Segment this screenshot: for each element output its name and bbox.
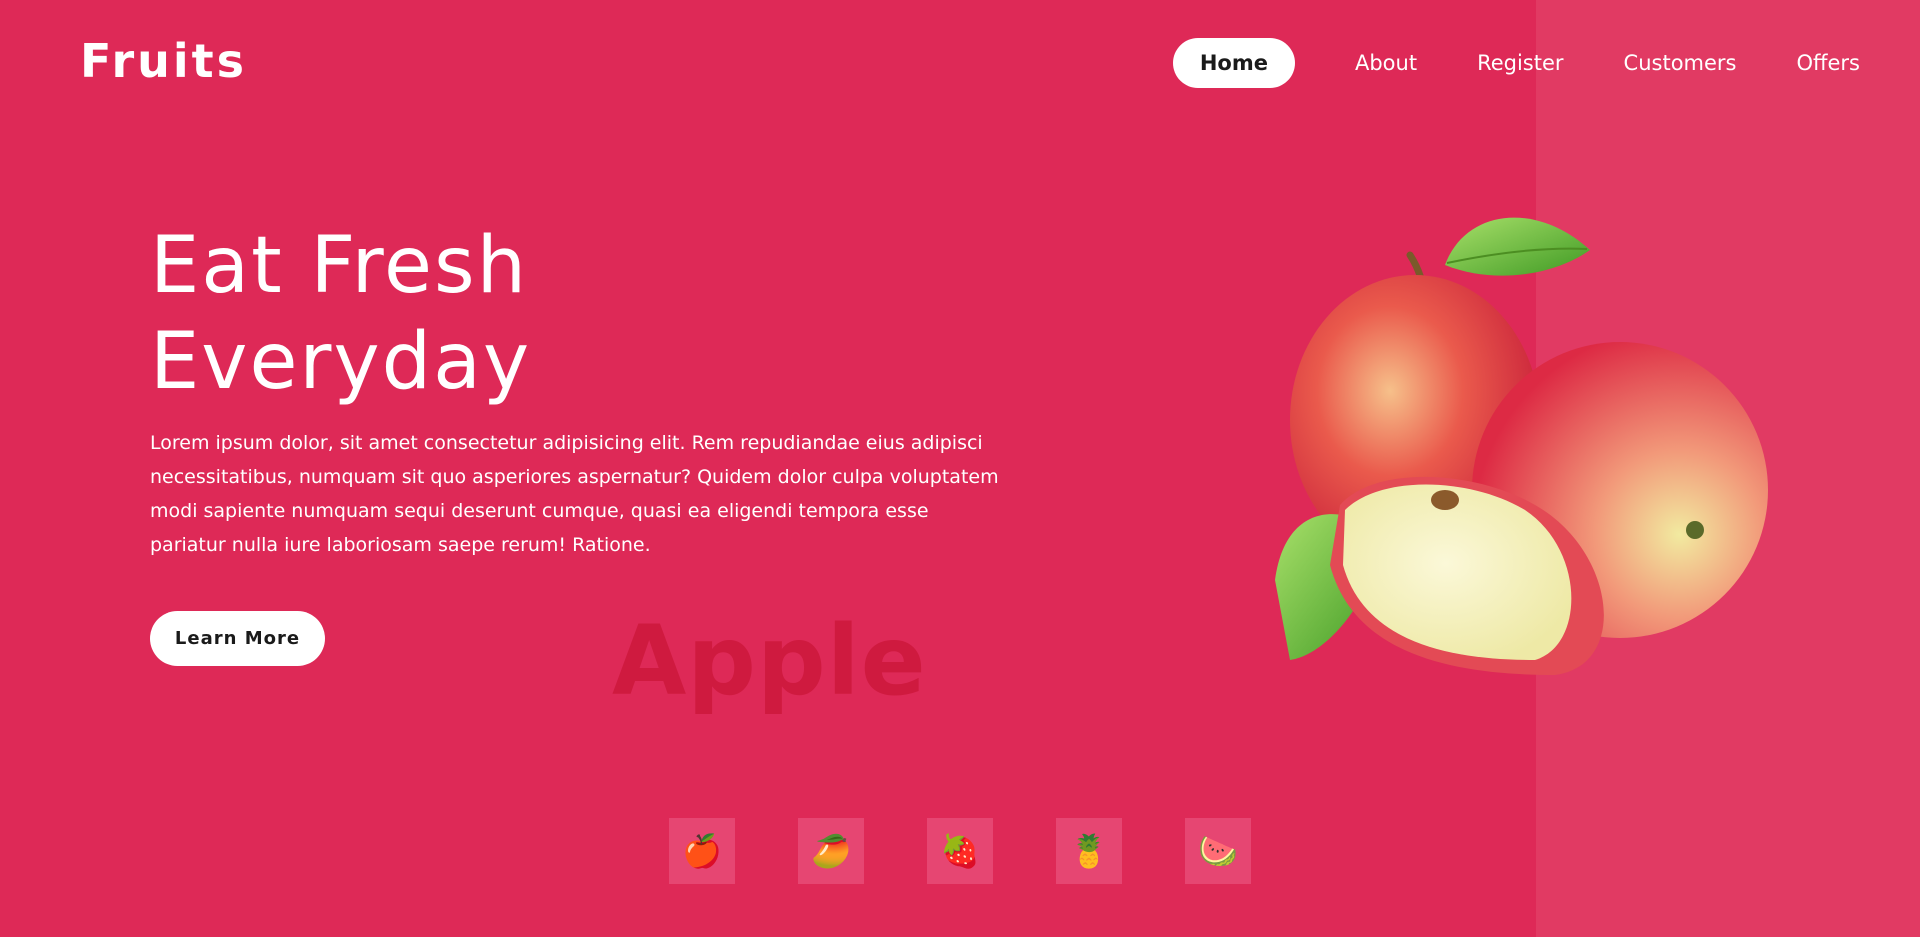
nav-offers[interactable]: Offers (1797, 51, 1861, 75)
mango-icon[interactable]: 🥭 (798, 818, 864, 884)
hero-description: Lorem ipsum dolor, sit amet consectetur … (150, 432, 999, 556)
apple-icon[interactable]: 🍎 (669, 818, 735, 884)
main-nav: Home About Register Customers Offers (1172, 35, 1920, 90)
hero-title: Eat Fresh Everyday (150, 218, 531, 410)
nav-home[interactable]: Home (1172, 37, 1295, 88)
hero-title-line-2: Everyday (150, 317, 532, 407)
nav-about[interactable]: About (1355, 51, 1417, 75)
watermelon-icon[interactable]: 🍉 (1185, 818, 1251, 884)
pineapple-icon[interactable]: 🍍 (1056, 818, 1122, 884)
nav-register[interactable]: Register (1477, 51, 1563, 75)
fruit-name-watermark: Apple (612, 605, 927, 717)
dragonfruit-icon[interactable]: 🍓 (927, 818, 993, 884)
nav-customers[interactable]: Customers (1624, 51, 1737, 75)
hero-title-line-1: Eat Fresh (150, 221, 529, 311)
apple-hero-image (1275, 217, 1768, 675)
learn-more-button[interactable]: Learn More (150, 611, 325, 666)
site-logo[interactable]: Fruits (80, 34, 247, 88)
fruit-thumbnail-strip: 🍎 🥭 🍓 🍍 🍉 (669, 818, 1314, 884)
